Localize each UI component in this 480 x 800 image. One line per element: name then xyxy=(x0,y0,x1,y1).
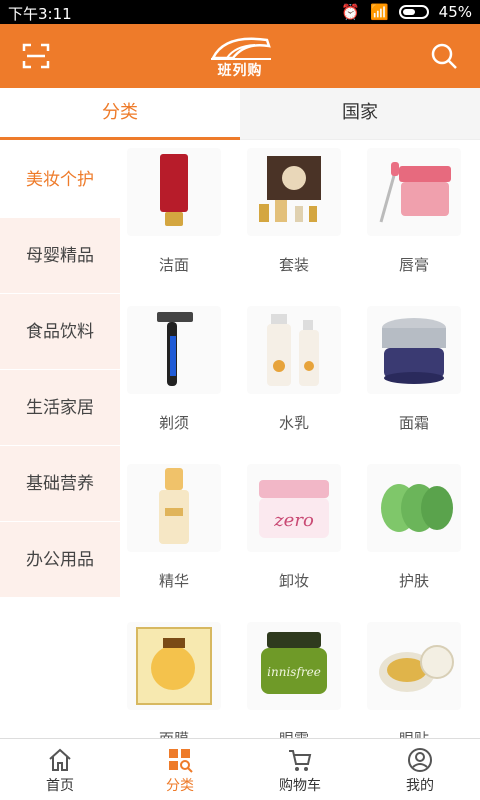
cart-icon xyxy=(289,750,312,771)
status-time: 下午3:11 xyxy=(8,5,72,23)
bottom-nav: 首页 分类 购物车 我的 xyxy=(0,738,480,800)
grid-item-face-mask[interactable]: 面膜 xyxy=(120,616,240,738)
battery-percent: 45% xyxy=(438,3,472,21)
gift-set-icon xyxy=(247,148,341,236)
grid-item-label: 眼贴 xyxy=(360,728,468,738)
nav-profile-label: 我的 xyxy=(406,778,434,794)
nav-category-label: 分类 xyxy=(166,778,194,794)
tab-country[interactable]: 国家 xyxy=(240,88,480,140)
green-eye-cream-icon: innisfree xyxy=(247,622,341,710)
tab-category[interactable]: 分类 xyxy=(0,88,240,140)
nav-category[interactable]: 分类 xyxy=(120,739,240,800)
sidebar-item-food-drink[interactable]: 食品饮料 xyxy=(0,294,120,370)
profile-icon xyxy=(408,748,432,772)
grid-item-label: 水乳 xyxy=(278,414,309,432)
status-bar: 下午3:11 ⏰ 📶 45% xyxy=(0,0,480,24)
nav-cart[interactable]: 购物车 xyxy=(240,739,360,800)
serum-bottle-icon xyxy=(127,464,221,552)
category-icon xyxy=(169,749,193,773)
grid-item-lotion[interactable]: 水乳 xyxy=(240,300,360,458)
train-logo-icon xyxy=(210,37,271,60)
status-icons: ⏰ 📶 45% xyxy=(341,3,472,21)
razor-icon xyxy=(127,306,221,394)
scan-icon[interactable] xyxy=(22,42,50,70)
category-sidebar: 美妆个护 母婴精品 食品饮料 生活家居 基础营养 办公用品 xyxy=(0,142,120,598)
cleansing-balm-icon: zero xyxy=(247,464,341,552)
grid-item-serum[interactable]: 精华 xyxy=(120,458,240,616)
grid-item-label: 套装 xyxy=(278,256,309,274)
grid-item-gift-set[interactable]: 套装 xyxy=(240,142,360,300)
svg-text:innisfree: innisfree xyxy=(267,665,321,679)
lip-mask-jar-icon xyxy=(367,148,461,236)
grid-item-label: 面膜 xyxy=(120,728,228,738)
grid-item-cleanser[interactable]: 洁面 xyxy=(120,142,240,300)
nav-cart-label: 购物车 xyxy=(279,778,321,794)
grid-item-label: 眼霜 xyxy=(240,728,348,738)
nav-profile[interactable]: 我的 xyxy=(360,739,480,800)
eye-patch-jar-icon xyxy=(367,622,461,710)
lotion-bottles-icon xyxy=(247,306,341,394)
logo-text: 班列购 xyxy=(217,63,263,79)
grid-item-label: 面霜 xyxy=(398,414,429,432)
app-header: 班列购 xyxy=(0,24,480,88)
grid-item-makeup-remover[interactable]: zero 卸妆 xyxy=(240,458,360,616)
alarm-icon: ⏰ xyxy=(341,3,360,21)
search-icon[interactable] xyxy=(430,42,458,70)
grid-item-lip[interactable]: 唇膏 xyxy=(360,142,480,300)
subcategory-grid: 洁面 套装 唇膏 剃须 水乳 面霜 精华 zero 卸妆 护肤 innisfre… xyxy=(120,142,480,738)
grid-item-eye-cream[interactable]: innisfree 眼霜 xyxy=(240,616,360,738)
category-tabs: 分类 国家 xyxy=(0,88,480,140)
grid-item-label: 唇膏 xyxy=(398,256,429,274)
grid-item-razor[interactable]: 剃须 xyxy=(120,300,240,458)
sidebar-item-mother-baby[interactable]: 母婴精品 xyxy=(0,218,120,294)
sidebar-item-home-living[interactable]: 生活家居 xyxy=(0,370,120,446)
nav-home-label: 首页 xyxy=(46,778,74,794)
cream-jar-icon xyxy=(367,306,461,394)
grid-item-skincare[interactable]: 护肤 xyxy=(360,458,480,616)
sidebar-item-nutrition[interactable]: 基础营养 xyxy=(0,446,120,522)
app-logo: 班列购 xyxy=(205,32,275,80)
home-icon xyxy=(49,748,71,771)
grid-item-label: 精华 xyxy=(158,572,189,590)
battery-icon xyxy=(398,5,429,19)
aloe-pads-icon xyxy=(367,464,461,552)
grid-item-cream[interactable]: 面霜 xyxy=(360,300,480,458)
cleanser-tube-icon xyxy=(127,148,221,236)
grid-item-label: 卸妆 xyxy=(278,572,309,590)
grid-item-label: 护肤 xyxy=(398,572,429,590)
grid-item-label: 洁面 xyxy=(158,256,189,274)
sidebar-item-office[interactable]: 办公用品 xyxy=(0,522,120,598)
sidebar-item-beauty[interactable]: 美妆个护 xyxy=(0,142,120,218)
nav-home[interactable]: 首页 xyxy=(0,739,120,800)
grid-item-label: 剃须 xyxy=(158,414,189,432)
wifi-icon: 📶 xyxy=(369,3,389,21)
grid-item-eye-patch[interactable]: 眼贴 xyxy=(360,616,480,738)
face-mask-box-icon xyxy=(127,622,221,710)
svg-text:zero: zero xyxy=(273,510,314,531)
